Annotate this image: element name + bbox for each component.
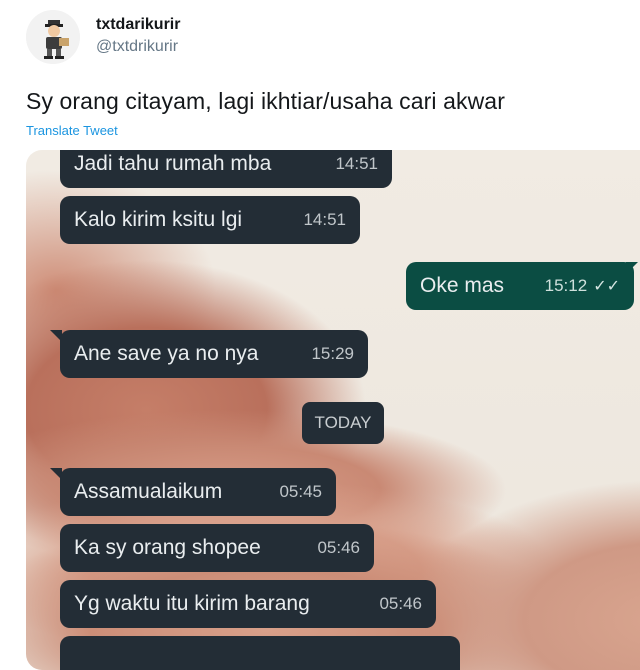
chat-message-incoming: Yg waktu itu kirim barang 05:46 — [60, 580, 436, 628]
chat-message-incoming: Jadi tahu rumah mba 14:51 — [60, 150, 392, 188]
chat-message-incoming-partial — [60, 636, 460, 670]
message-text: Assamualaikum — [74, 480, 223, 503]
chat-message-incoming: Ka sy orang shopee 05:46 — [60, 524, 374, 572]
chat-message-outgoing: Oke mas 15:12 ✓✓ — [406, 262, 634, 310]
tweet-text: Sy orang citayam, lagi ikhtiar/usaha car… — [26, 88, 505, 114]
chat-screenshot: Jadi tahu rumah mba 14:51 Kalo kirim ksi… — [26, 150, 640, 670]
message-time: 05:45 — [279, 482, 322, 501]
message-text: Ane save ya no nya — [74, 342, 259, 365]
message-time: 14:51 — [335, 154, 378, 173]
message-text: Kalo kirim ksitu lgi — [74, 208, 243, 231]
message-text: Oke mas — [420, 274, 505, 297]
message-text: Yg waktu itu kirim barang — [74, 592, 310, 615]
chat-message-incoming: Assamualaikum 05:45 — [60, 468, 336, 516]
user-avatar[interactable] — [26, 10, 80, 64]
day-divider: TODAY — [302, 402, 384, 444]
message-time: 15:12 — [544, 276, 588, 295]
translate-tweet-link[interactable]: Translate Tweet — [26, 123, 118, 138]
message-time: 14:51 — [303, 210, 346, 229]
courier-avatar-icon — [26, 10, 80, 64]
chat-message-incoming: Kalo kirim ksitu lgi 14:51 — [60, 196, 360, 244]
user-handle[interactable]: @txtdrikurir — [96, 38, 178, 56]
message-time: 05:46 — [379, 594, 422, 613]
display-name[interactable]: txtdarikurir — [96, 16, 180, 34]
tweet-header: txtdarikurir @txtdrikurir Sy orang citay… — [0, 0, 640, 150]
message-time: 05:46 — [317, 538, 360, 557]
message-text: Ka sy orang shopee — [74, 536, 261, 559]
chat-message-incoming: Ane save ya no nya 15:29 — [60, 330, 368, 378]
read-receipt-icon: ✓✓ — [593, 278, 620, 295]
message-time: 15:29 — [311, 344, 354, 363]
message-text: Jadi tahu rumah mba — [74, 152, 272, 175]
